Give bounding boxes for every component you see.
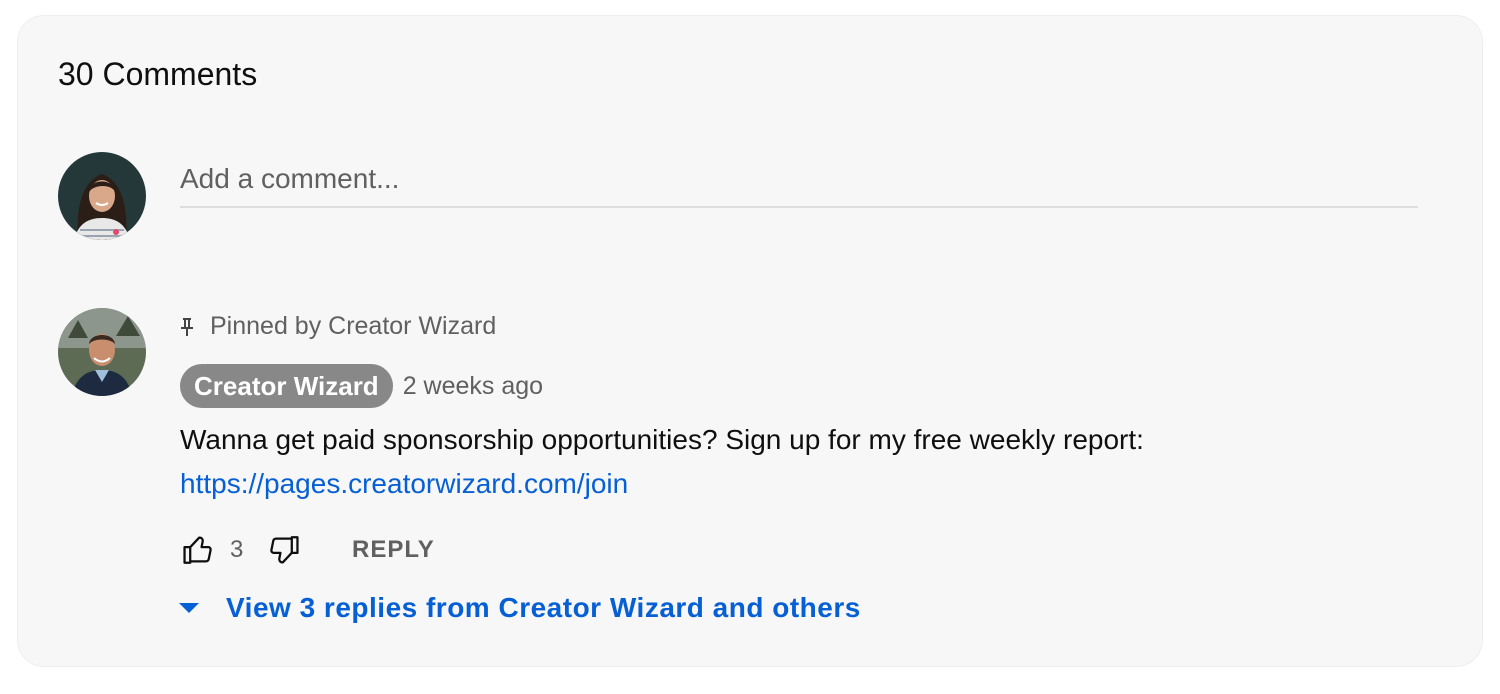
comment-link[interactable]: https://pages.creatorwizard.com/join [180,462,1380,506]
comments-section: 30 Comments Add a comment... Pinned by C… [18,16,1482,666]
commenter-avatar[interactable] [58,308,146,396]
pinned-label: Pinned by Creator Wizard [210,312,497,340]
comment-text-content: Wanna get paid sponsorship opportunities… [180,424,1144,455]
comment-text: Wanna get paid sponsorship opportunities… [180,418,1380,506]
pinned-indicator: Pinned by Creator Wizard [180,312,496,341]
add-comment-field[interactable] [180,156,1418,208]
comment-author-chip[interactable]: Creator Wizard [180,364,393,408]
view-replies-button[interactable]: View 3 replies from Creator Wizard and o… [178,592,861,624]
pin-icon [180,316,194,338]
caret-down-icon [178,601,200,615]
reply-button[interactable]: REPLY [352,536,435,564]
comment-actions: 3 REPLY [180,530,435,570]
like-button[interactable] [180,532,216,568]
dislike-button[interactable] [266,532,302,568]
thumbs-down-icon [270,536,299,564]
add-comment-input[interactable] [180,156,1418,202]
thumbs-up-icon [183,536,212,564]
current-user-avatar[interactable] [58,152,146,240]
view-replies-label[interactable]: View 3 replies from Creator Wizard and o… [226,592,861,624]
like-count: 3 [230,536,244,563]
comments-count: 30 Comments [58,56,258,92]
comment-meta: Creator Wizard 2 weeks ago [180,364,543,408]
comment-timestamp[interactable]: 2 weeks ago [403,372,543,401]
